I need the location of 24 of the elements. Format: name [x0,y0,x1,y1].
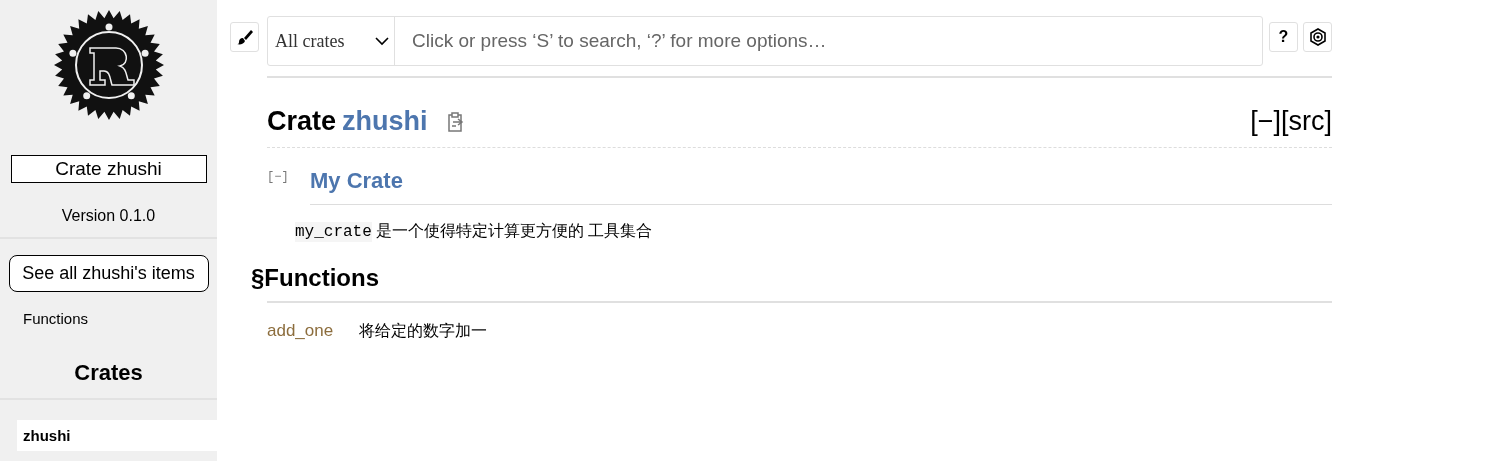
collapse-toggle[interactable]: [−] [267,168,310,205]
section-heading: Functions [264,264,379,291]
crate-link[interactable]: zhushi [17,420,217,451]
sidebar-link[interactable]: Functions [23,307,217,330]
doc-heading: My Crate [310,168,1332,205]
theme-button[interactable] [230,22,259,52]
crate-title[interactable]: Crate zhushi [10,155,207,183]
paintbrush-icon [235,28,254,46]
crates-heading: Crates [74,360,143,386]
description-text: 是一个使得特定计算更方便的 工具集合 [375,221,653,241]
logo-icon [53,10,164,120]
settings-button[interactable] [1303,22,1332,52]
inline-code: my_crate [295,221,372,242]
clipboard-icon [445,111,465,132]
collapse-source-links[interactable]: [−][src] [1250,106,1332,137]
version-label: Version 0.1.0 [61,207,156,225]
see-all-items-button[interactable]: See all zhushi's items [8,255,209,292]
help-button[interactable]: ? [1269,22,1298,52]
section-anchor[interactable]: § [251,264,265,291]
function-link[interactable]: add_one [267,321,337,342]
crate-name-link[interactable]: zhushi [342,106,428,137]
page-title: Crate [267,106,337,137]
function-description: 将给定的数字加一 [359,321,487,341]
settings-icon [1308,28,1327,46]
